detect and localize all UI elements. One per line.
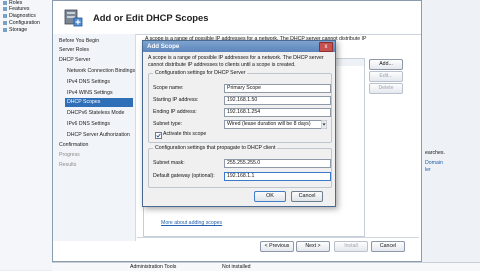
close-icon[interactable]: x	[319, 42, 333, 52]
checkmark-icon	[156, 133, 161, 138]
activate-scope-label: Activate this scope	[163, 131, 207, 137]
roles-icon	[3, 0, 7, 5]
start-ip-input[interactable]: 192.168.1.50	[224, 96, 331, 105]
ok-button[interactable]: OK	[254, 191, 286, 202]
nav-progress: Progress	[59, 152, 80, 158]
tree-item-storage[interactable]: Storage	[3, 27, 27, 34]
features-icon	[3, 6, 7, 11]
dialog-description: A scope is a range of possible IP addres…	[148, 55, 324, 68]
tree-item-features[interactable]: Features	[3, 6, 29, 13]
nav-network-connection-bindings[interactable]: Network Connection Bindings	[67, 67, 135, 76]
diagnostics-icon	[3, 13, 7, 18]
configuration-icon	[3, 20, 7, 25]
nav-ipv4-wins-settings[interactable]: IPv4 WINS Settings	[67, 89, 113, 98]
dialog-cancel-button[interactable]: Cancel	[291, 191, 323, 202]
wizard-nav: Before You Begin Server Roles DHCP Serve…	[53, 34, 136, 241]
background-details-panel: earches. Domain ler	[422, 0, 480, 262]
nav-dhcp-server[interactable]: DHCP Server	[59, 56, 90, 65]
activate-scope-checkbox[interactable]	[155, 132, 162, 139]
nav-ipv6-dns-settings[interactable]: IPv6 DNS Settings	[67, 120, 110, 129]
footer-divider	[137, 237, 419, 238]
default-gateway-label: Default gateway (optional):	[153, 173, 215, 179]
group-title-server-settings: Configuration settings for DHCP Server	[153, 70, 248, 77]
server-manager-tree: Roles Features Diagnostics Configuration…	[0, 0, 52, 270]
nav-ipv4-dns-settings[interactable]: IPv4 DNS Settings	[67, 78, 110, 87]
previous-button[interactable]: < Previous	[260, 241, 294, 252]
right-panel-text: earches.	[425, 150, 445, 156]
nav-server-roles[interactable]: Server Roles	[59, 46, 89, 55]
dialog-title: Add Scope	[147, 43, 180, 50]
tree-item-diagnostics[interactable]: Diagnostics	[3, 13, 36, 20]
install-button[interactable]: Install	[334, 241, 368, 252]
scope-name-label: Scope name:	[153, 85, 184, 91]
scope-name-input[interactable]: Primary Scope	[224, 84, 331, 93]
subnet-mask-input[interactable]: 255.255.255.0	[224, 159, 331, 168]
nav-dhcpv6-stateless-mode[interactable]: DHCPv6 Stateless Mode	[67, 109, 124, 118]
chevron-down-icon[interactable]	[321, 120, 327, 129]
nav-results: Results	[59, 162, 77, 168]
wizard-title: Add or Edit DHCP Scopes	[93, 12, 209, 23]
more-about-scopes-link[interactable]: More about adding scopes	[161, 220, 222, 226]
right-panel-link-domain[interactable]: Domain	[425, 160, 443, 166]
add-scope-button[interactable]: Add...	[369, 59, 403, 70]
nav-before-you-begin[interactable]: Before You Begin	[59, 37, 99, 46]
right-panel-link-ler[interactable]: ler	[425, 167, 431, 173]
edit-scope-button[interactable]: Edit...	[369, 71, 403, 82]
propagate-settings-group: Configuration settings that propagate to…	[148, 145, 332, 188]
end-ip-label: Ending IP address:	[153, 109, 197, 115]
subnet-type-label: Subnet type:	[153, 121, 183, 127]
server-roles-icon	[64, 9, 83, 27]
dialog-titlebar[interactable]: Add Scope x	[143, 41, 335, 52]
add-scope-dialog: Add Scope x A scope is a range of possib…	[142, 40, 336, 207]
end-ip-input[interactable]: 192.168.1.254	[224, 108, 331, 117]
next-button[interactable]: Next >	[296, 241, 330, 252]
wizard-header: Add or Edit DHCP Scopes	[53, 1, 421, 35]
nav-dhcp-server-authorization[interactable]: DHCP Server Authorization	[67, 131, 130, 140]
wizard-cancel-button[interactable]: Cancel	[371, 241, 405, 252]
default-gateway-input[interactable]: 192.168.1.1	[224, 172, 331, 181]
start-ip-label: Starting IP address:	[153, 97, 199, 103]
nav-dhcp-scopes[interactable]: DHCP Scopes	[65, 98, 133, 107]
subnet-type-select[interactable]: Wired (lease duration will be 8 days)	[224, 120, 325, 129]
storage-icon	[3, 27, 7, 32]
delete-scope-button[interactable]: Delete	[369, 83, 403, 94]
tree-item-configuration[interactable]: Configuration	[3, 20, 40, 27]
subnet-mask-label: Subnet mask:	[153, 160, 185, 166]
nav-confirmation[interactable]: Confirmation	[59, 141, 88, 150]
group-title-propagate: Configuration settings that propagate to…	[153, 145, 278, 152]
